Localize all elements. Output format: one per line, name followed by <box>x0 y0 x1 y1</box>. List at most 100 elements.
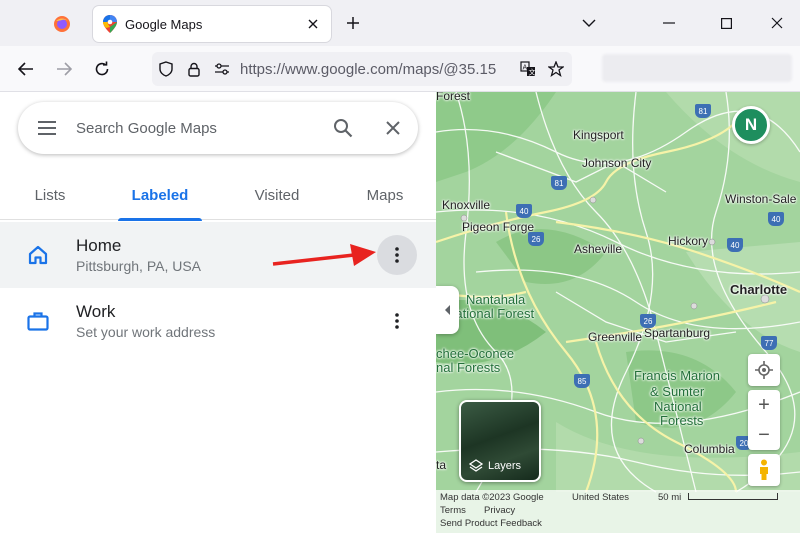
arrow-right-icon <box>57 62 72 76</box>
map-label: ta <box>436 458 447 472</box>
close-icon <box>771 17 783 29</box>
zoom-controls: + − <box>748 390 780 450</box>
tab-maps[interactable]: Maps <box>352 180 418 220</box>
scale-bar[interactable] <box>688 493 778 500</box>
more-options-button[interactable] <box>377 235 417 275</box>
map-label: Columbia <box>684 442 735 456</box>
highway-shield: 40 <box>516 204 532 218</box>
tab-title: Google Maps <box>125 16 203 32</box>
map-label: chee-Oconee <box>436 346 515 361</box>
my-location-button[interactable] <box>748 354 780 386</box>
map-label: Winston-Sale <box>725 192 797 206</box>
address-bar[interactable]: https://www.google.com/maps/@35.15 A文 <box>152 52 572 86</box>
terms-link[interactable]: Terms <box>440 505 466 516</box>
map-label: nal Forests <box>436 360 501 375</box>
plus-icon <box>347 17 359 29</box>
layers-label: Layers <box>488 460 522 472</box>
tab-labeled[interactable]: Labeled <box>118 180 202 221</box>
map-label: Hickory <box>668 234 709 248</box>
home-icon <box>28 245 48 265</box>
hamburger-menu-icon <box>38 121 56 135</box>
map-label: Kingsport <box>573 128 624 142</box>
map-label: Forests <box>660 413 704 428</box>
browser-nav-bar: https://www.google.com/maps/@35.15 A文 <box>0 46 800 92</box>
new-tab-button[interactable] <box>340 10 366 36</box>
highway-shield: 40 <box>768 212 784 226</box>
map-label: Francis Marion <box>634 368 720 383</box>
layers-icon <box>469 459 483 472</box>
map-label: Charlotte <box>730 282 788 297</box>
layers-button[interactable]: Layers <box>459 400 541 482</box>
map-label: Johnson City <box>582 156 652 170</box>
account-avatar[interactable]: N <box>732 106 770 144</box>
map-label: Asheville <box>574 242 623 256</box>
annotation-arrow <box>272 244 376 266</box>
firefox-tab[interactable] <box>40 8 84 40</box>
svg-text:文: 文 <box>529 68 536 77</box>
maximize-button[interactable] <box>711 8 741 38</box>
reload-button[interactable] <box>87 54 117 84</box>
chevron-left-icon <box>444 305 450 315</box>
place-detail: Set your work address <box>76 323 216 340</box>
map-canvas[interactable]: Forest Kingsport Johnson City Knoxville … <box>436 92 800 533</box>
lock-icon[interactable] <box>180 55 208 83</box>
zoom-in-button[interactable]: + <box>748 390 780 420</box>
search-input[interactable]: Search Google Maps <box>76 120 318 137</box>
map-attribution: Map data ©2023 Google United States 50 m… <box>436 490 800 533</box>
map-label: Spartanburg <box>644 326 711 340</box>
google-maps-tab[interactable]: Google Maps <box>93 6 331 42</box>
map-label: Forest <box>436 92 471 103</box>
search-button[interactable] <box>318 102 368 154</box>
arrow-left-icon <box>18 62 33 76</box>
side-panel: Search Google Maps Lists Labeled Visited… <box>0 92 436 533</box>
list-item-work[interactable]: Work Set your work address <box>0 288 436 354</box>
map-label: National <box>654 399 702 414</box>
tab-visited[interactable]: Visited <box>236 180 318 220</box>
clear-search-button[interactable] <box>368 102 418 154</box>
highway-shield: 85 <box>574 374 590 388</box>
close-window-button[interactable] <box>762 8 792 38</box>
saved-tabs: Lists Labeled Visited Maps <box>0 180 436 221</box>
back-button[interactable] <box>11 54 41 84</box>
shield-icon[interactable] <box>152 55 180 83</box>
privacy-link[interactable]: Privacy <box>484 505 515 516</box>
map-data-credit: Map data ©2023 Google <box>440 492 544 503</box>
minimize-button[interactable] <box>654 8 684 38</box>
highway-shield: 26 <box>528 232 544 246</box>
translate-icon[interactable]: A文 <box>514 55 542 83</box>
send-feedback-link[interactable]: Send Product Feedback <box>440 518 542 529</box>
highway-shield: 40 <box>727 238 743 252</box>
highway-shield: 81 <box>695 104 711 118</box>
more-vertical-icon <box>395 313 399 329</box>
close-tab-button[interactable] <box>301 12 325 36</box>
map-label: Greenville <box>588 330 643 344</box>
svg-text:A: A <box>523 64 528 72</box>
search-box[interactable]: Search Google Maps <box>18 102 418 154</box>
place-name: Work <box>76 301 116 321</box>
map-region[interactable]: United States <box>572 492 629 503</box>
blurred-toolbar-area <box>602 54 792 82</box>
reload-icon <box>95 61 109 76</box>
forward-button[interactable] <box>49 54 79 84</box>
permissions-icon[interactable] <box>208 55 236 83</box>
list-all-tabs-button[interactable] <box>576 10 602 36</box>
url-text: https://www.google.com/maps/@35.15 <box>240 60 497 78</box>
zoom-out-button[interactable]: − <box>748 420 780 450</box>
map-label: National Forest <box>446 306 535 321</box>
tab-lists[interactable]: Lists <box>0 180 100 220</box>
collapse-panel-button[interactable] <box>436 286 459 334</box>
bookmark-star-icon[interactable] <box>542 55 570 83</box>
more-options-button[interactable] <box>377 301 417 341</box>
google-maps-pin-icon <box>103 15 117 33</box>
street-view-pegman-button[interactable] <box>748 454 780 486</box>
browser-tab-bar: Google Maps <box>0 0 800 46</box>
more-vertical-icon <box>395 247 399 263</box>
maximize-icon <box>720 17 732 29</box>
scale-label: 50 mi <box>658 492 682 503</box>
pegman-icon <box>760 459 768 480</box>
menu-button[interactable] <box>18 102 76 154</box>
map-label: Knoxville <box>442 198 491 212</box>
location-target-icon <box>755 361 773 379</box>
chevron-down-icon <box>582 19 596 27</box>
map-label: Pigeon Forge <box>462 220 535 234</box>
